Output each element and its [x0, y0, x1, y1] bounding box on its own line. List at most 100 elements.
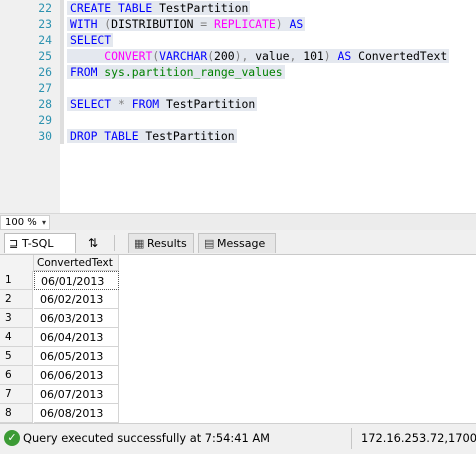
line-number: 24 [38, 33, 52, 47]
code-text: CONVERT(VARCHAR(200), value, 101) AS Con… [67, 48, 450, 64]
code-token: TestPartition [159, 97, 256, 111]
code-line[interactable]: 29 [0, 112, 476, 128]
selection-highlight: WITH (DISTRIBUTION = REPLICATE) AS [67, 17, 306, 31]
grid-icon: ▦ [134, 237, 145, 250]
line-number: 27 [38, 81, 52, 95]
tab-tsql-label: T-SQL [22, 237, 54, 250]
code-token: SELECT [70, 33, 112, 47]
code-text: WITH (DISTRIBUTION = REPLICATE) AS [67, 16, 306, 32]
table-row[interactable]: 6 06/06/2013 [0, 366, 120, 385]
code-token: SELECT [70, 97, 112, 111]
table-cell[interactable]: 06/06/2013 [34, 366, 119, 385]
code-line[interactable]: 24 SELECT [0, 32, 476, 48]
line-number: 22 [38, 1, 52, 15]
code-line[interactable]: 22 CREATE TABLE TestPartition [0, 0, 476, 16]
table-row[interactable]: 3 06/03/2013 [0, 309, 120, 328]
table-cell[interactable]: 06/08/2013 [34, 404, 119, 423]
table-cell[interactable]: 06/03/2013 [34, 309, 119, 328]
row-number[interactable]: 6 [0, 366, 33, 385]
zoom-dropdown[interactable]: 100 % ▾ [0, 215, 50, 230]
code-token: 200 [214, 49, 235, 63]
table-row[interactable]: 8 06/08/2013 [0, 404, 120, 423]
tab-tsql[interactable]: ⊒ T-SQL [4, 233, 76, 253]
code-token: ), [234, 49, 249, 63]
grid-corner-header[interactable] [0, 255, 34, 272]
line-number: 30 [38, 129, 52, 143]
code-token: ) [275, 17, 283, 31]
line-number: 23 [38, 17, 52, 31]
zoom-bar: 100 % ▾ [0, 213, 476, 230]
selection-highlight: CREATE TABLE TestPartition [67, 1, 251, 15]
table-cell[interactable]: 06/01/2013 [34, 271, 119, 290]
status-divider [351, 428, 352, 449]
code-token: TestPartition [152, 1, 249, 15]
code-token: 101 [296, 49, 324, 63]
code-line[interactable]: 30 DROP TABLE TestPartition [0, 128, 476, 144]
tabs-divider [114, 235, 115, 251]
server-address: 172.16.253.72,17001 [361, 431, 476, 445]
code-token: CONVERT [104, 49, 153, 63]
row-number[interactable]: 8 [0, 404, 33, 423]
code-token: FROM [70, 65, 98, 79]
code-token: AS [330, 49, 352, 63]
results-grid[interactable]: ConvertedText 1 06/01/2013 2 06/02/2013 3 06/… [0, 255, 476, 423]
row-number[interactable]: 2 [0, 290, 33, 309]
success-check-icon: ✓ [4, 430, 20, 446]
sort-icon[interactable]: ⇅ [88, 233, 104, 253]
table-cell[interactable]: 06/07/2013 [34, 385, 119, 404]
table-cell[interactable]: 06/02/2013 [34, 290, 119, 309]
code-line[interactable]: 28 SELECT * FROM TestPartition [0, 96, 476, 112]
code-text: CREATE TABLE TestPartition [67, 0, 251, 16]
code-token: FROM [124, 97, 160, 111]
message-icon: ▤ [204, 237, 215, 250]
code-token: = [193, 17, 215, 31]
selection-highlight: DROP TABLE TestPartition [67, 129, 237, 143]
code-token: ConvertedText [351, 49, 448, 63]
results-tabs: ⊒ T-SQL ⇅ ▦ Results ▤ Message [0, 230, 476, 255]
tab-results-label: Results [147, 237, 187, 250]
tab-message[interactable]: ▤ Message [198, 233, 276, 253]
status-bar: ✓ Query executed successfully at 7:54:41… [0, 423, 476, 454]
row-number[interactable]: 3 [0, 309, 33, 328]
selection-highlight: SELECT * FROM TestPartition [67, 97, 258, 111]
code-text: SELECT * FROM TestPartition [67, 96, 258, 112]
code-text: SELECT [67, 32, 114, 48]
row-number[interactable]: 7 [0, 385, 33, 404]
code-token: DISTRIBUTION [111, 17, 194, 31]
line-number: 25 [38, 49, 52, 63]
column-header-convertedtext[interactable]: ConvertedText [34, 255, 119, 271]
code-line[interactable]: 27 [0, 80, 476, 96]
row-number[interactable]: 4 [0, 328, 33, 347]
table-row[interactable]: 4 06/04/2013 [0, 328, 120, 347]
table-cell[interactable]: 06/05/2013 [34, 347, 119, 366]
code-line[interactable]: 26 FROM sys.partition_range_values [0, 64, 476, 80]
status-message: Query executed successfully at 7:54:41 A… [23, 431, 270, 445]
row-number[interactable]: 5 [0, 347, 33, 366]
table-row[interactable]: 2 06/02/2013 [0, 290, 120, 309]
code-token: value [248, 49, 290, 63]
code-token: REPLICATE [214, 17, 276, 31]
code-text: DROP TABLE TestPartition [67, 128, 237, 144]
table-row[interactable]: 1 06/01/2013 [0, 271, 120, 290]
code-token: ) [323, 49, 331, 63]
chevron-down-icon: ▾ [41, 218, 46, 227]
code-token: sys.partition_range_values [97, 65, 283, 79]
code-token: AS [282, 17, 304, 31]
code-text: FROM sys.partition_range_values [67, 64, 285, 80]
tab-message-label: Message [217, 237, 266, 250]
tab-results[interactable]: ▦ Results [128, 233, 194, 253]
table-row[interactable]: 5 06/05/2013 [0, 347, 120, 366]
sql-editor[interactable]: 22 CREATE TABLE TestPartition 23 WITH (DIST… [0, 0, 476, 213]
line-number: 29 [38, 113, 52, 127]
zoom-value: 100 % [5, 217, 37, 228]
row-number[interactable]: 1 [0, 271, 33, 290]
table-cell[interactable]: 06/04/2013 [34, 328, 119, 347]
selection-highlight: CONVERT(VARCHAR(200), value, 101) AS Con… [67, 49, 450, 63]
selection-highlight: FROM sys.partition_range_values [67, 65, 285, 79]
code-token: CREATE TABLE [70, 1, 153, 15]
code-line[interactable]: 25 CONVERT(VARCHAR(200), value, 101) AS … [0, 48, 476, 64]
table-row[interactable]: 7 06/07/2013 [0, 385, 120, 404]
code-line[interactable]: 23 WITH (DISTRIBUTION = REPLICATE) AS [0, 16, 476, 32]
